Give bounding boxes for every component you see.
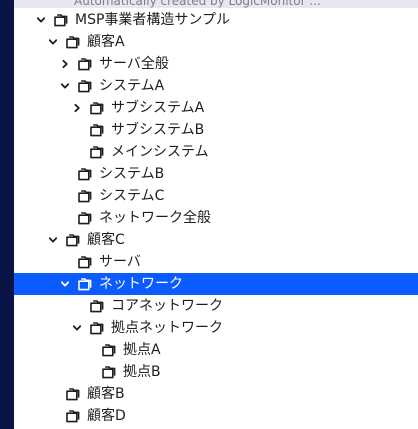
chevron-right-icon[interactable]	[60, 53, 70, 75]
tree-node-label: サーバ全般	[99, 56, 169, 72]
folder-icon	[64, 34, 80, 50]
folder-icon	[76, 78, 92, 94]
tree-node-label: 拠点A	[123, 342, 161, 358]
chevron-down-icon[interactable]	[48, 31, 58, 53]
caret-spacer	[84, 339, 94, 361]
resource-tree: Automatically created by LogicMonitor ..…	[14, 0, 418, 429]
tree-node[interactable]: 顧客A	[14, 31, 418, 53]
chevron-down-icon[interactable]	[36, 9, 46, 31]
tree-node[interactable]: サーバ	[14, 251, 418, 273]
chevron-down-icon[interactable]	[48, 229, 58, 251]
tree-node[interactable]: システムC	[14, 185, 418, 207]
folder-icon	[76, 254, 92, 270]
folder-icon	[76, 210, 92, 226]
folder-icon	[88, 144, 104, 160]
chevron-right-icon[interactable]	[72, 97, 82, 119]
chevron-down-icon[interactable]	[72, 317, 82, 339]
caret-spacer	[60, 207, 70, 229]
tree-node[interactable]: 拠点ネットワーク	[14, 317, 418, 339]
tree-node[interactable]: サブシステムB	[14, 119, 418, 141]
tree-node-label: システムA	[99, 78, 165, 94]
folder-icon	[88, 100, 104, 116]
folder-icon	[76, 276, 92, 292]
tree-node-label: 拠点B	[123, 364, 161, 380]
caret-spacer	[72, 119, 82, 141]
folder-icon	[64, 408, 80, 424]
tree-node[interactable]: ネットワーク	[14, 273, 418, 295]
tree-node-label: サーバ	[99, 254, 141, 270]
chevron-down-icon[interactable]	[60, 273, 70, 295]
tree-node[interactable]: メインシステム	[14, 141, 418, 163]
chevron-down-icon[interactable]	[60, 75, 70, 97]
tree-node-label: MSP事業者構造サンプル	[75, 12, 230, 28]
tree-node-label: サブシステムB	[111, 122, 205, 138]
tree-node-label: 顧客A	[87, 34, 125, 50]
tree-node-label: ネットワーク	[99, 276, 183, 292]
caret-spacer	[72, 141, 82, 163]
folder-icon	[76, 56, 92, 72]
tree-node-label: 顧客D	[87, 408, 126, 424]
folder-icon	[88, 298, 104, 314]
caret-spacer	[48, 383, 58, 405]
tree-node[interactable]: 顧客B	[14, 383, 418, 405]
caret-spacer	[60, 185, 70, 207]
tree-node-label: コアネットワーク	[111, 298, 223, 314]
tree-node-label: 拠点ネットワーク	[111, 320, 223, 336]
folder-icon	[88, 320, 104, 336]
tree-node-label: 顧客C	[87, 232, 125, 248]
top-hint-text: Automatically created by LogicMonitor ..…	[14, 0, 418, 8]
tree-node[interactable]: MSP事業者構造サンプル	[14, 9, 418, 31]
left-nav-strip	[0, 0, 14, 429]
caret-spacer	[72, 295, 82, 317]
tree-node-label: ネットワーク全般	[99, 210, 211, 226]
tree-node[interactable]: サブシステムA	[14, 97, 418, 119]
tree-node[interactable]: システムA	[14, 75, 418, 97]
caret-spacer	[48, 405, 58, 427]
tree-node[interactable]: システムB	[14, 163, 418, 185]
folder-icon	[100, 364, 116, 380]
tree-node[interactable]: ネットワーク全般	[14, 207, 418, 229]
tree-node[interactable]: 顧客D	[14, 405, 418, 427]
tree-node-label: システムB	[99, 166, 165, 182]
folder-icon	[52, 12, 68, 28]
folder-icon	[76, 188, 92, 204]
folder-icon	[88, 122, 104, 138]
tree-node-label: メインシステム	[111, 144, 209, 160]
tree-node-label: システムC	[99, 188, 165, 204]
caret-spacer	[60, 251, 70, 273]
caret-spacer	[60, 163, 70, 185]
folder-icon	[76, 166, 92, 182]
caret-spacer	[84, 361, 94, 383]
tree-node-label: サブシステムA	[111, 100, 205, 116]
folder-icon	[64, 386, 80, 402]
folder-icon	[100, 342, 116, 358]
tree-node-label: 顧客B	[87, 386, 125, 402]
tree-node[interactable]: サーバ全般	[14, 53, 418, 75]
tree-node[interactable]: コアネットワーク	[14, 295, 418, 317]
tree-node[interactable]: 顧客C	[14, 229, 418, 251]
tree-node[interactable]: 拠点B	[14, 361, 418, 383]
folder-icon	[64, 232, 80, 248]
tree-node[interactable]: 拠点A	[14, 339, 418, 361]
